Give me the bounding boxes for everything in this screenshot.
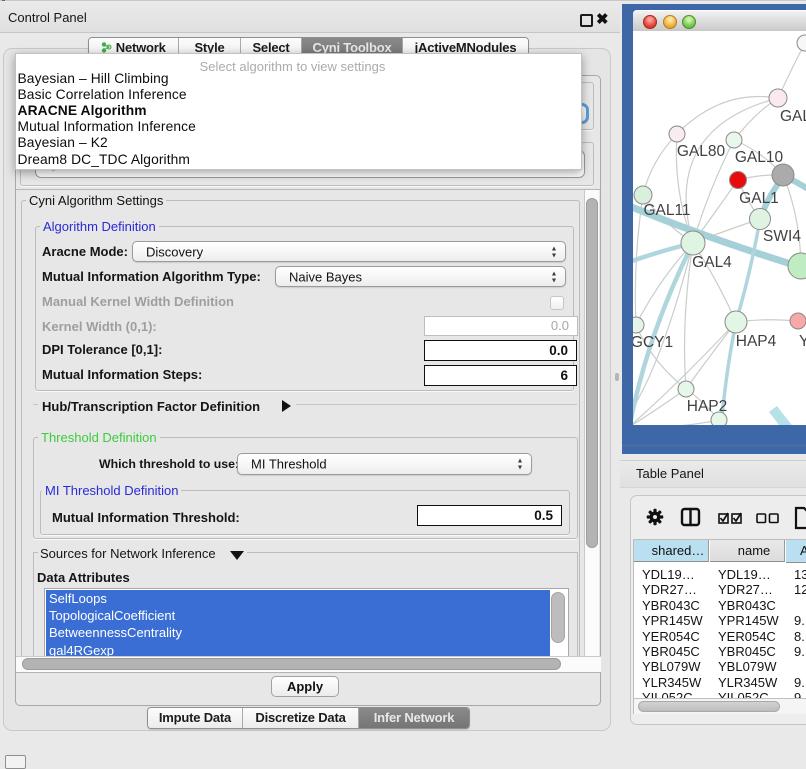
svg-text:SWI4: SWI4 [763, 228, 801, 245]
svg-text:HAP2: HAP2 [687, 398, 728, 415]
svg-text:Y: Y [799, 333, 806, 350]
svg-text:GAL8: GAL8 [780, 108, 806, 125]
svg-text:GAL10: GAL10 [735, 149, 784, 166]
svg-text:GCY1: GCY1 [633, 334, 673, 351]
svg-text:GAL4: GAL4 [692, 254, 732, 271]
svg-text:HAP4: HAP4 [736, 333, 777, 350]
svg-text:GAL11: GAL11 [643, 202, 690, 219]
svg-text:GAL80: GAL80 [677, 143, 726, 160]
svg-text:GAL1: GAL1 [739, 190, 779, 207]
